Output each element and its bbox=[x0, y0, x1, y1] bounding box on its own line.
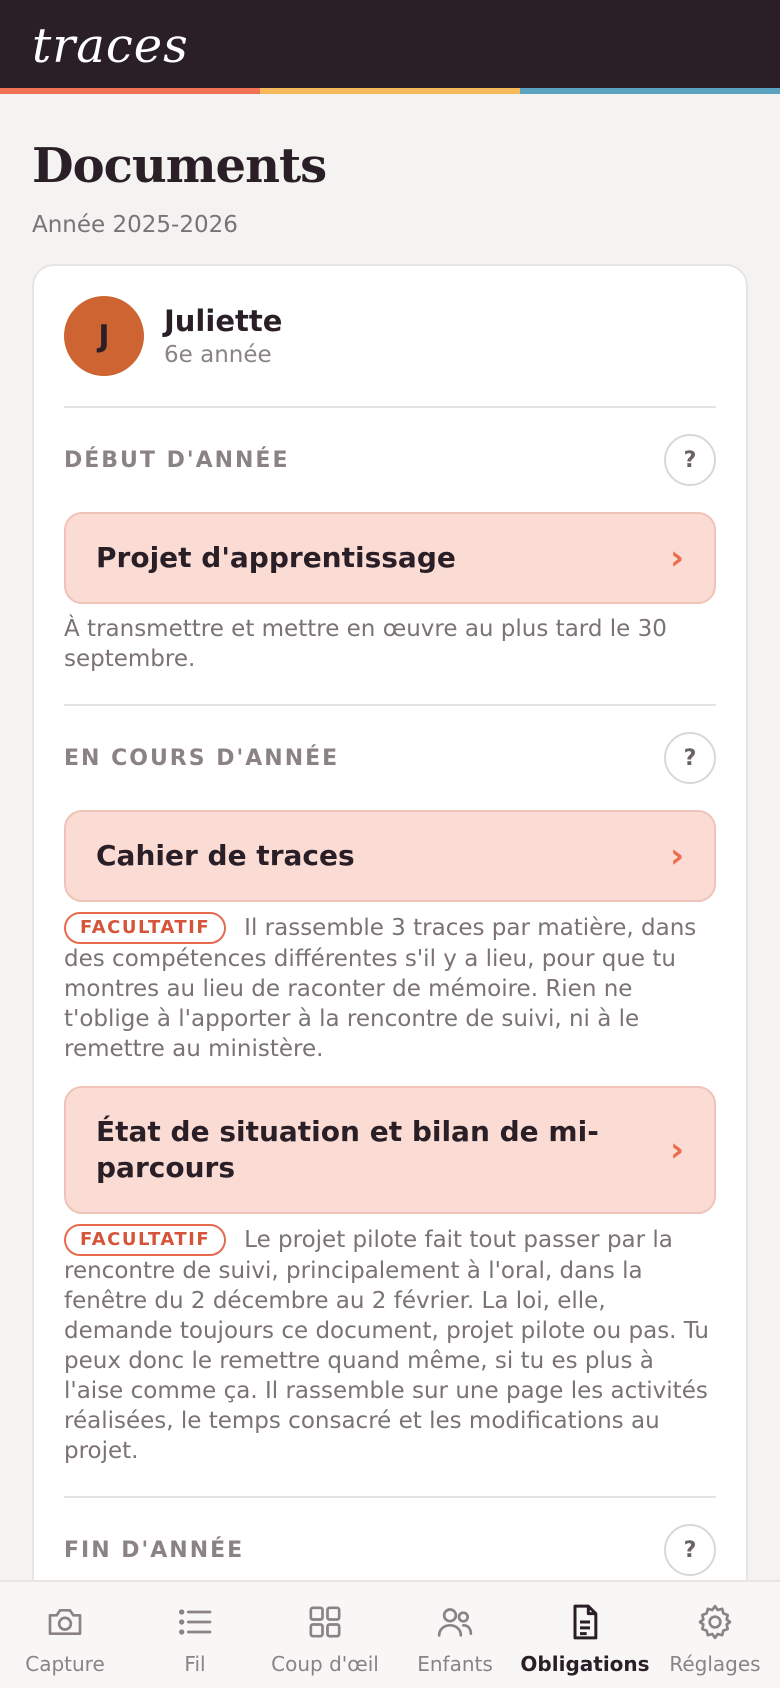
tab-obligations[interactable]: Obligations bbox=[520, 1582, 650, 1688]
child-name: Juliette bbox=[164, 304, 283, 338]
doc-label: État de situation et bilan de mi-parcour… bbox=[96, 1115, 599, 1184]
bottom-tab-bar: Capture Fil Coup d'œil Enfants Obligatio… bbox=[0, 1580, 780, 1688]
child-header: J Juliette 6e année bbox=[64, 266, 716, 408]
gear-icon bbox=[698, 1604, 732, 1640]
chevron-right-icon: › bbox=[669, 1130, 684, 1170]
people-icon bbox=[437, 1608, 473, 1637]
tab-label: Obligations bbox=[520, 1652, 650, 1676]
help-button[interactable]: ? bbox=[664, 732, 716, 784]
tab-enfants[interactable]: Enfants bbox=[390, 1582, 520, 1688]
page-title: Documents bbox=[32, 138, 327, 194]
doc-description: Le projet pilote fait tout passer par la… bbox=[64, 1227, 709, 1464]
document-icon bbox=[573, 1604, 598, 1640]
doc-label: Cahier de traces bbox=[96, 839, 355, 872]
doc-label: Projet d'apprentissage bbox=[96, 541, 456, 574]
tab-label: Fil bbox=[184, 1652, 206, 1676]
grid-icon bbox=[309, 1606, 341, 1638]
doc-description-block: FACULTATIF Le projet pilote fait tout pas… bbox=[64, 1224, 716, 1466]
list-icon bbox=[179, 1609, 212, 1635]
tab-fil[interactable]: Fil bbox=[130, 1582, 260, 1688]
doc-cahier-traces-button[interactable]: Cahier de traces › bbox=[64, 810, 716, 902]
section-title: EN COURS D'ANNÉE bbox=[64, 745, 340, 771]
school-year: Année 2025-2026 bbox=[32, 212, 238, 238]
camera-icon bbox=[48, 1609, 82, 1635]
tab-label: Réglages bbox=[669, 1652, 761, 1676]
child-grade: 6e année bbox=[164, 342, 272, 368]
tab-label: Enfants bbox=[417, 1652, 493, 1676]
documents-card: J Juliette 6e année DÉBUT D'ANNÉE ? Proj… bbox=[32, 264, 748, 1688]
doc-projet-apprentissage-button[interactable]: Projet d'apprentissage › bbox=[64, 512, 716, 604]
tab-capture[interactable]: Capture bbox=[0, 1582, 130, 1688]
chevron-right-icon: › bbox=[669, 538, 684, 578]
help-button[interactable]: ? bbox=[664, 434, 716, 486]
chevron-right-icon: › bbox=[669, 836, 684, 876]
color-stripe bbox=[0, 88, 780, 94]
doc-description: À transmettre et mettre en œuvre au plus… bbox=[64, 616, 667, 672]
section-debut-annee: DÉBUT D'ANNÉE ? Projet d'apprentissage ›… bbox=[64, 408, 716, 706]
tab-reglages[interactable]: Réglages bbox=[650, 1582, 780, 1688]
optional-badge: FACULTATIF bbox=[64, 912, 227, 944]
doc-etat-situation-button[interactable]: État de situation et bilan de mi-parcour… bbox=[64, 1086, 716, 1214]
tab-label: Capture bbox=[25, 1652, 105, 1676]
app-header: traces bbox=[0, 0, 780, 94]
help-button[interactable]: ? bbox=[664, 1524, 716, 1576]
avatar: J bbox=[64, 296, 144, 376]
section-title: FIN D'ANNÉE bbox=[64, 1537, 245, 1563]
section-title: DÉBUT D'ANNÉE bbox=[64, 447, 290, 473]
tab-label: Coup d'œil bbox=[271, 1652, 379, 1676]
doc-description-block: FACULTATIF Il rassemble 3 traces par mati… bbox=[64, 912, 716, 1064]
optional-badge: FACULTATIF bbox=[64, 1224, 227, 1256]
tab-coup-doeil[interactable]: Coup d'œil bbox=[260, 1582, 390, 1688]
app-logo: traces bbox=[32, 18, 189, 74]
section-en-cours-annee: EN COURS D'ANNÉE ? Cahier de traces › FA… bbox=[64, 706, 716, 1498]
